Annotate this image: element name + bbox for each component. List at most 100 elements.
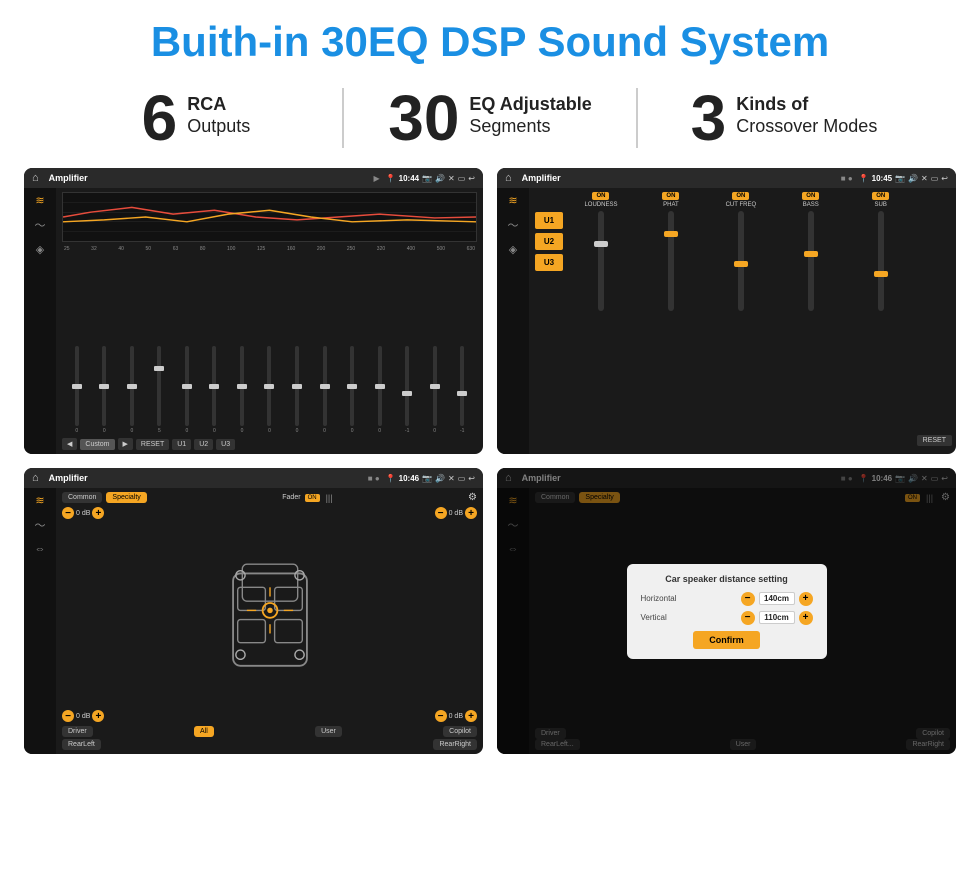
stat-sublabel-eq: Segments [469,116,591,138]
vertical-minus-btn[interactable]: − [741,611,755,625]
sidebar-vol-icon[interactable]: ◈ [36,243,44,256]
rearright-btn[interactable]: RearRight [433,739,477,750]
sidebar-wave-icon-2[interactable]: 〜 [508,217,519,233]
sidebar-vol-icon-2[interactable]: ◈ [509,243,517,256]
stat-number-crossover: 3 [691,86,727,150]
minimize-icon-2[interactable]: ▭ [931,174,939,183]
eq-slider-5[interactable]: 0 [202,346,228,434]
eq-slider-12[interactable]: -1 [394,346,420,434]
u3-btn[interactable]: U3 [216,439,235,450]
sidebar-eq-icon-2[interactable]: ≋ [508,194,517,207]
sidebar-wave-icon[interactable]: 〜 [35,217,46,233]
rr-plus-btn[interactable]: + [465,710,477,722]
dialog-vertical-row: Vertical − 110cm + [641,611,813,625]
custom-btn[interactable]: Custom [80,439,114,450]
media-icon-1: ▶ [374,174,380,183]
close-icon-1[interactable]: ✕ [448,174,455,183]
eq-slider-0[interactable]: 0 [64,346,90,434]
bass-slider[interactable] [808,211,814,311]
fader-slider[interactable]: ||| [326,493,333,503]
driver-btn[interactable]: Driver [62,726,93,737]
minimize-icon-3[interactable]: ▭ [458,474,466,483]
loudness-slider[interactable] [598,211,604,311]
user-btn[interactable]: User [315,726,342,737]
speaker-row-bottom: − 0 dB + − 0 dB + [62,710,477,722]
rl-plus-btn[interactable]: + [92,710,104,722]
db-control-fr: − 0 dB + [435,507,477,519]
back-icon-2[interactable]: ↩ [941,174,948,183]
eq-slider-4[interactable]: 0 [174,346,200,434]
u2-btn[interactable]: U2 [194,439,213,450]
confirm-button[interactable]: Confirm [693,631,760,649]
screen3-content: ≋ 〜 ⇔ Common Specialty Fader ON ||| ⚙ − [24,488,483,754]
sidebar-eq-icon[interactable]: ≋ [35,194,44,207]
rec-icon: ■ ● [841,174,853,183]
eq-slider-13[interactable]: 0 [422,346,448,434]
sidebar-eq-icon-3[interactable]: ≋ [35,494,44,507]
cutfreq-toggle[interactable]: ON [732,192,749,200]
settings-icon-3[interactable]: ⚙ [468,492,477,503]
sub-toggle[interactable]: ON [872,192,889,200]
home-icon-1[interactable]: ⌂ [32,172,39,184]
sidebar-wave-icon-3[interactable]: 〜 [35,517,46,533]
sub-slider[interactable] [878,211,884,311]
cutfreq-slider[interactable] [738,211,744,311]
fr-minus-btn[interactable]: − [435,507,447,519]
eq-slider-6[interactable]: 0 [229,346,255,434]
eq-slider-7[interactable]: 0 [257,346,283,434]
fr-plus-btn[interactable]: + [465,507,477,519]
fl-minus-btn[interactable]: − [62,507,74,519]
common-tab-3[interactable]: Common [62,492,102,503]
eq-slider-1[interactable]: 0 [92,346,118,434]
back-icon-3[interactable]: ↩ [468,474,475,483]
reset-btn[interactable]: RESET [136,439,169,450]
eq-slider-2[interactable]: 0 [119,346,145,434]
bass-toggle[interactable]: ON [802,192,819,200]
reset-mixer-btn[interactable]: RESET [917,435,952,446]
screen-dialog: ⌂ Amplifier ■ ● 📍 10:46 📷 🔊 ✕ ▭ ↩ ≋ 〜 ⇔ … [497,468,956,754]
camera-icon-2: 📷 [895,174,905,183]
play-btn[interactable]: ▶ [118,438,133,450]
cutfreq-label: CUT FREQ [726,202,757,208]
volume-icon-2: 🔊 [908,174,918,183]
loudness-label: LOUDNESS [584,202,617,208]
horizontal-minus-btn[interactable]: − [741,592,755,606]
minimize-icon-1[interactable]: ▭ [458,174,466,183]
horizontal-plus-btn[interactable]: + [799,592,813,606]
specialty-tab-3[interactable]: Specialty [106,492,146,503]
phat-slider[interactable] [668,211,674,311]
eq-slider-9[interactable]: 0 [312,346,338,434]
rl-minus-btn[interactable]: − [62,710,74,722]
rr-minus-btn[interactable]: − [435,710,447,722]
home-icon-2[interactable]: ⌂ [505,172,512,184]
eq-slider-14[interactable]: -1 [449,346,475,434]
app-title-3: Amplifier [45,473,362,483]
stat-label-rca: RCA [187,94,250,116]
copilot-btn[interactable]: Copilot [443,726,477,737]
fl-plus-btn[interactable]: + [92,507,104,519]
back-icon-1[interactable]: ↩ [468,174,475,183]
home-icon-3[interactable]: ⌂ [32,472,39,484]
eq-slider-3[interactable]: 5 [147,346,173,434]
ch-sub: ON SUB [849,192,913,450]
eq-slider-11[interactable]: 0 [367,346,393,434]
eq-slider-10[interactable]: 0 [339,346,365,434]
u1-mixer-btn[interactable]: U1 [535,212,563,229]
stat-divider-1 [342,88,344,148]
prev-btn[interactable]: ◀ [62,438,77,450]
close-icon-2[interactable]: ✕ [921,174,928,183]
u3-mixer-btn[interactable]: U3 [535,254,563,271]
vertical-plus-btn[interactable]: + [799,611,813,625]
u2-mixer-btn[interactable]: U2 [535,233,563,250]
u1-btn[interactable]: U1 [172,439,191,450]
vertical-label: Vertical [641,613,737,622]
phat-toggle[interactable]: ON [662,192,679,200]
sidebar-expand-icon[interactable]: ⇔ [35,543,46,555]
ch-cutfreq: ON CUT FREQ [709,192,773,450]
speaker-row-top: − 0 dB + − 0 dB + [62,507,477,519]
eq-slider-8[interactable]: 0 [284,346,310,434]
close-icon-3[interactable]: ✕ [448,474,455,483]
loudness-toggle[interactable]: ON [592,192,609,200]
rearleft-btn[interactable]: RearLeft [62,739,101,750]
all-btn[interactable]: All [194,726,214,737]
